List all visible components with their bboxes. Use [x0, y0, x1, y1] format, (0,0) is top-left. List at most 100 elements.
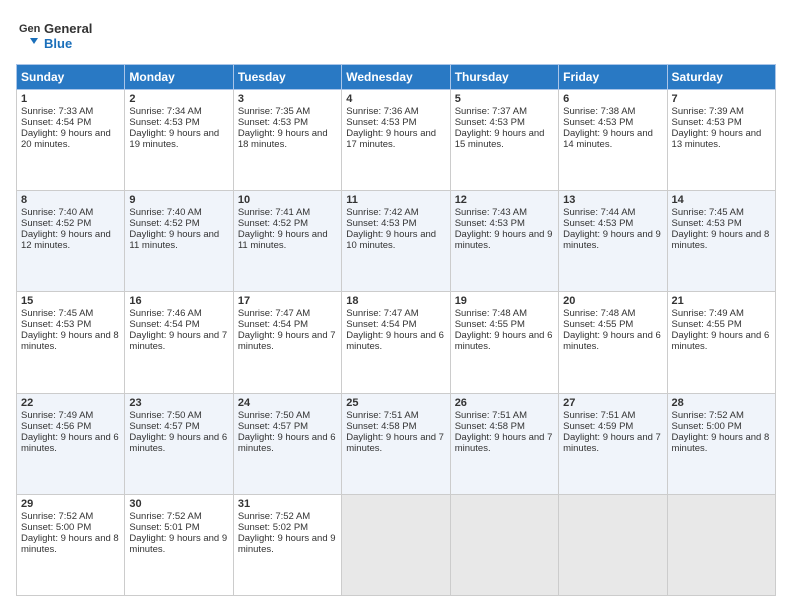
- daylight-line: Daylight: 9 hours and 17 minutes.: [346, 128, 436, 150]
- sunrise-line: Sunrise: 7:39 AM: [672, 106, 744, 117]
- daylight-line: Daylight: 9 hours and 11 minutes.: [129, 229, 219, 251]
- svg-text:Blue: Blue: [44, 36, 72, 51]
- daylight-line: Daylight: 9 hours and 7 minutes.: [455, 432, 553, 454]
- sunrise-line: Sunrise: 7:48 AM: [563, 308, 635, 319]
- sunrise-line: Sunrise: 7:51 AM: [346, 410, 418, 421]
- day-number: 3: [238, 93, 337, 105]
- sunrise-line: Sunrise: 7:36 AM: [346, 106, 418, 117]
- calendar-cell: 15Sunrise: 7:45 AMSunset: 4:53 PMDayligh…: [17, 292, 125, 393]
- sunrise-line: Sunrise: 7:52 AM: [129, 511, 201, 522]
- daylight-line: Daylight: 9 hours and 12 minutes.: [21, 229, 111, 251]
- daylight-line: Daylight: 9 hours and 6 minutes.: [21, 432, 119, 454]
- sunrise-line: Sunrise: 7:42 AM: [346, 207, 418, 218]
- sunset-line: Sunset: 4:52 PM: [238, 218, 308, 229]
- sunrise-line: Sunrise: 7:49 AM: [672, 308, 744, 319]
- calendar-cell: 8Sunrise: 7:40 AMSunset: 4:52 PMDaylight…: [17, 191, 125, 292]
- daylight-line: Daylight: 9 hours and 18 minutes.: [238, 128, 328, 150]
- sunset-line: Sunset: 4:56 PM: [21, 421, 91, 432]
- daylight-line: Daylight: 9 hours and 8 minutes.: [21, 330, 119, 352]
- sunrise-line: Sunrise: 7:47 AM: [238, 308, 310, 319]
- day-header-saturday: Saturday: [667, 65, 775, 90]
- day-number: 20: [563, 295, 662, 307]
- day-number: 12: [455, 194, 554, 206]
- sunset-line: Sunset: 4:52 PM: [129, 218, 199, 229]
- day-number: 14: [672, 194, 771, 206]
- sunset-line: Sunset: 4:54 PM: [129, 319, 199, 330]
- sunset-line: Sunset: 4:57 PM: [238, 421, 308, 432]
- calendar-cell: 21Sunrise: 7:49 AMSunset: 4:55 PMDayligh…: [667, 292, 775, 393]
- sunset-line: Sunset: 4:57 PM: [129, 421, 199, 432]
- calendar-cell: [559, 494, 667, 595]
- sunrise-line: Sunrise: 7:52 AM: [238, 511, 310, 522]
- calendar-week-row: 15Sunrise: 7:45 AMSunset: 4:53 PMDayligh…: [17, 292, 776, 393]
- calendar-cell: 6Sunrise: 7:38 AMSunset: 4:53 PMDaylight…: [559, 90, 667, 191]
- daylight-line: Daylight: 9 hours and 9 minutes.: [238, 533, 336, 555]
- page: General Blue Gen SundayMondayTuesdayWedn…: [0, 0, 792, 612]
- daylight-line: Daylight: 9 hours and 10 minutes.: [346, 229, 436, 251]
- calendar-cell: 10Sunrise: 7:41 AMSunset: 4:52 PMDayligh…: [233, 191, 341, 292]
- day-header-monday: Monday: [125, 65, 233, 90]
- day-number: 7: [672, 93, 771, 105]
- daylight-line: Daylight: 9 hours and 19 minutes.: [129, 128, 219, 150]
- day-number: 6: [563, 93, 662, 105]
- sunrise-line: Sunrise: 7:50 AM: [238, 410, 310, 421]
- sunset-line: Sunset: 4:53 PM: [21, 319, 91, 330]
- sunset-line: Sunset: 4:58 PM: [455, 421, 525, 432]
- daylight-line: Daylight: 9 hours and 6 minutes.: [672, 330, 770, 352]
- sunrise-line: Sunrise: 7:52 AM: [672, 410, 744, 421]
- calendar-header-row: SundayMondayTuesdayWednesdayThursdayFrid…: [17, 65, 776, 90]
- daylight-line: Daylight: 9 hours and 7 minutes.: [346, 432, 444, 454]
- logo-svg: General Blue Gen: [16, 16, 106, 54]
- sunset-line: Sunset: 4:52 PM: [21, 218, 91, 229]
- calendar-week-row: 8Sunrise: 7:40 AMSunset: 4:52 PMDaylight…: [17, 191, 776, 292]
- sunset-line: Sunset: 4:53 PM: [455, 218, 525, 229]
- day-header-wednesday: Wednesday: [342, 65, 450, 90]
- calendar-cell: 4Sunrise: 7:36 AMSunset: 4:53 PMDaylight…: [342, 90, 450, 191]
- sunrise-line: Sunrise: 7:34 AM: [129, 106, 201, 117]
- calendar-cell: 17Sunrise: 7:47 AMSunset: 4:54 PMDayligh…: [233, 292, 341, 393]
- sunset-line: Sunset: 4:54 PM: [346, 319, 416, 330]
- calendar-cell: 26Sunrise: 7:51 AMSunset: 4:58 PMDayligh…: [450, 393, 558, 494]
- daylight-line: Daylight: 9 hours and 6 minutes.: [238, 432, 336, 454]
- calendar-cell: [342, 494, 450, 595]
- svg-text:Gen: Gen: [19, 23, 41, 35]
- svg-text:General: General: [44, 21, 92, 36]
- sunrise-line: Sunrise: 7:47 AM: [346, 308, 418, 319]
- sunrise-line: Sunrise: 7:35 AM: [238, 106, 310, 117]
- calendar-cell: 25Sunrise: 7:51 AMSunset: 4:58 PMDayligh…: [342, 393, 450, 494]
- day-number: 15: [21, 295, 120, 307]
- daylight-line: Daylight: 9 hours and 6 minutes.: [129, 432, 227, 454]
- day-header-tuesday: Tuesday: [233, 65, 341, 90]
- day-number: 2: [129, 93, 228, 105]
- daylight-line: Daylight: 9 hours and 13 minutes.: [672, 128, 762, 150]
- sunset-line: Sunset: 4:53 PM: [129, 117, 199, 128]
- sunset-line: Sunset: 4:53 PM: [672, 218, 742, 229]
- calendar-cell: 2Sunrise: 7:34 AMSunset: 4:53 PMDaylight…: [125, 90, 233, 191]
- sunrise-line: Sunrise: 7:44 AM: [563, 207, 635, 218]
- daylight-line: Daylight: 9 hours and 9 minutes.: [563, 229, 661, 251]
- day-number: 13: [563, 194, 662, 206]
- calendar-cell: 1Sunrise: 7:33 AMSunset: 4:54 PMDaylight…: [17, 90, 125, 191]
- sunset-line: Sunset: 4:54 PM: [238, 319, 308, 330]
- daylight-line: Daylight: 9 hours and 20 minutes.: [21, 128, 111, 150]
- calendar-cell: 3Sunrise: 7:35 AMSunset: 4:53 PMDaylight…: [233, 90, 341, 191]
- calendar-cell: 18Sunrise: 7:47 AMSunset: 4:54 PMDayligh…: [342, 292, 450, 393]
- daylight-line: Daylight: 9 hours and 8 minutes.: [672, 229, 770, 251]
- sunrise-line: Sunrise: 7:45 AM: [21, 308, 93, 319]
- sunset-line: Sunset: 4:53 PM: [563, 218, 633, 229]
- sunrise-line: Sunrise: 7:50 AM: [129, 410, 201, 421]
- header: General Blue Gen: [16, 16, 776, 54]
- daylight-line: Daylight: 9 hours and 9 minutes.: [129, 533, 227, 555]
- day-number: 27: [563, 397, 662, 409]
- day-header-sunday: Sunday: [17, 65, 125, 90]
- daylight-line: Daylight: 9 hours and 6 minutes.: [455, 330, 553, 352]
- sunrise-line: Sunrise: 7:37 AM: [455, 106, 527, 117]
- day-number: 16: [129, 295, 228, 307]
- sunrise-line: Sunrise: 7:40 AM: [21, 207, 93, 218]
- day-number: 28: [672, 397, 771, 409]
- calendar-cell: 24Sunrise: 7:50 AMSunset: 4:57 PMDayligh…: [233, 393, 341, 494]
- sunrise-line: Sunrise: 7:43 AM: [455, 207, 527, 218]
- day-number: 23: [129, 397, 228, 409]
- day-number: 22: [21, 397, 120, 409]
- sunset-line: Sunset: 4:53 PM: [346, 117, 416, 128]
